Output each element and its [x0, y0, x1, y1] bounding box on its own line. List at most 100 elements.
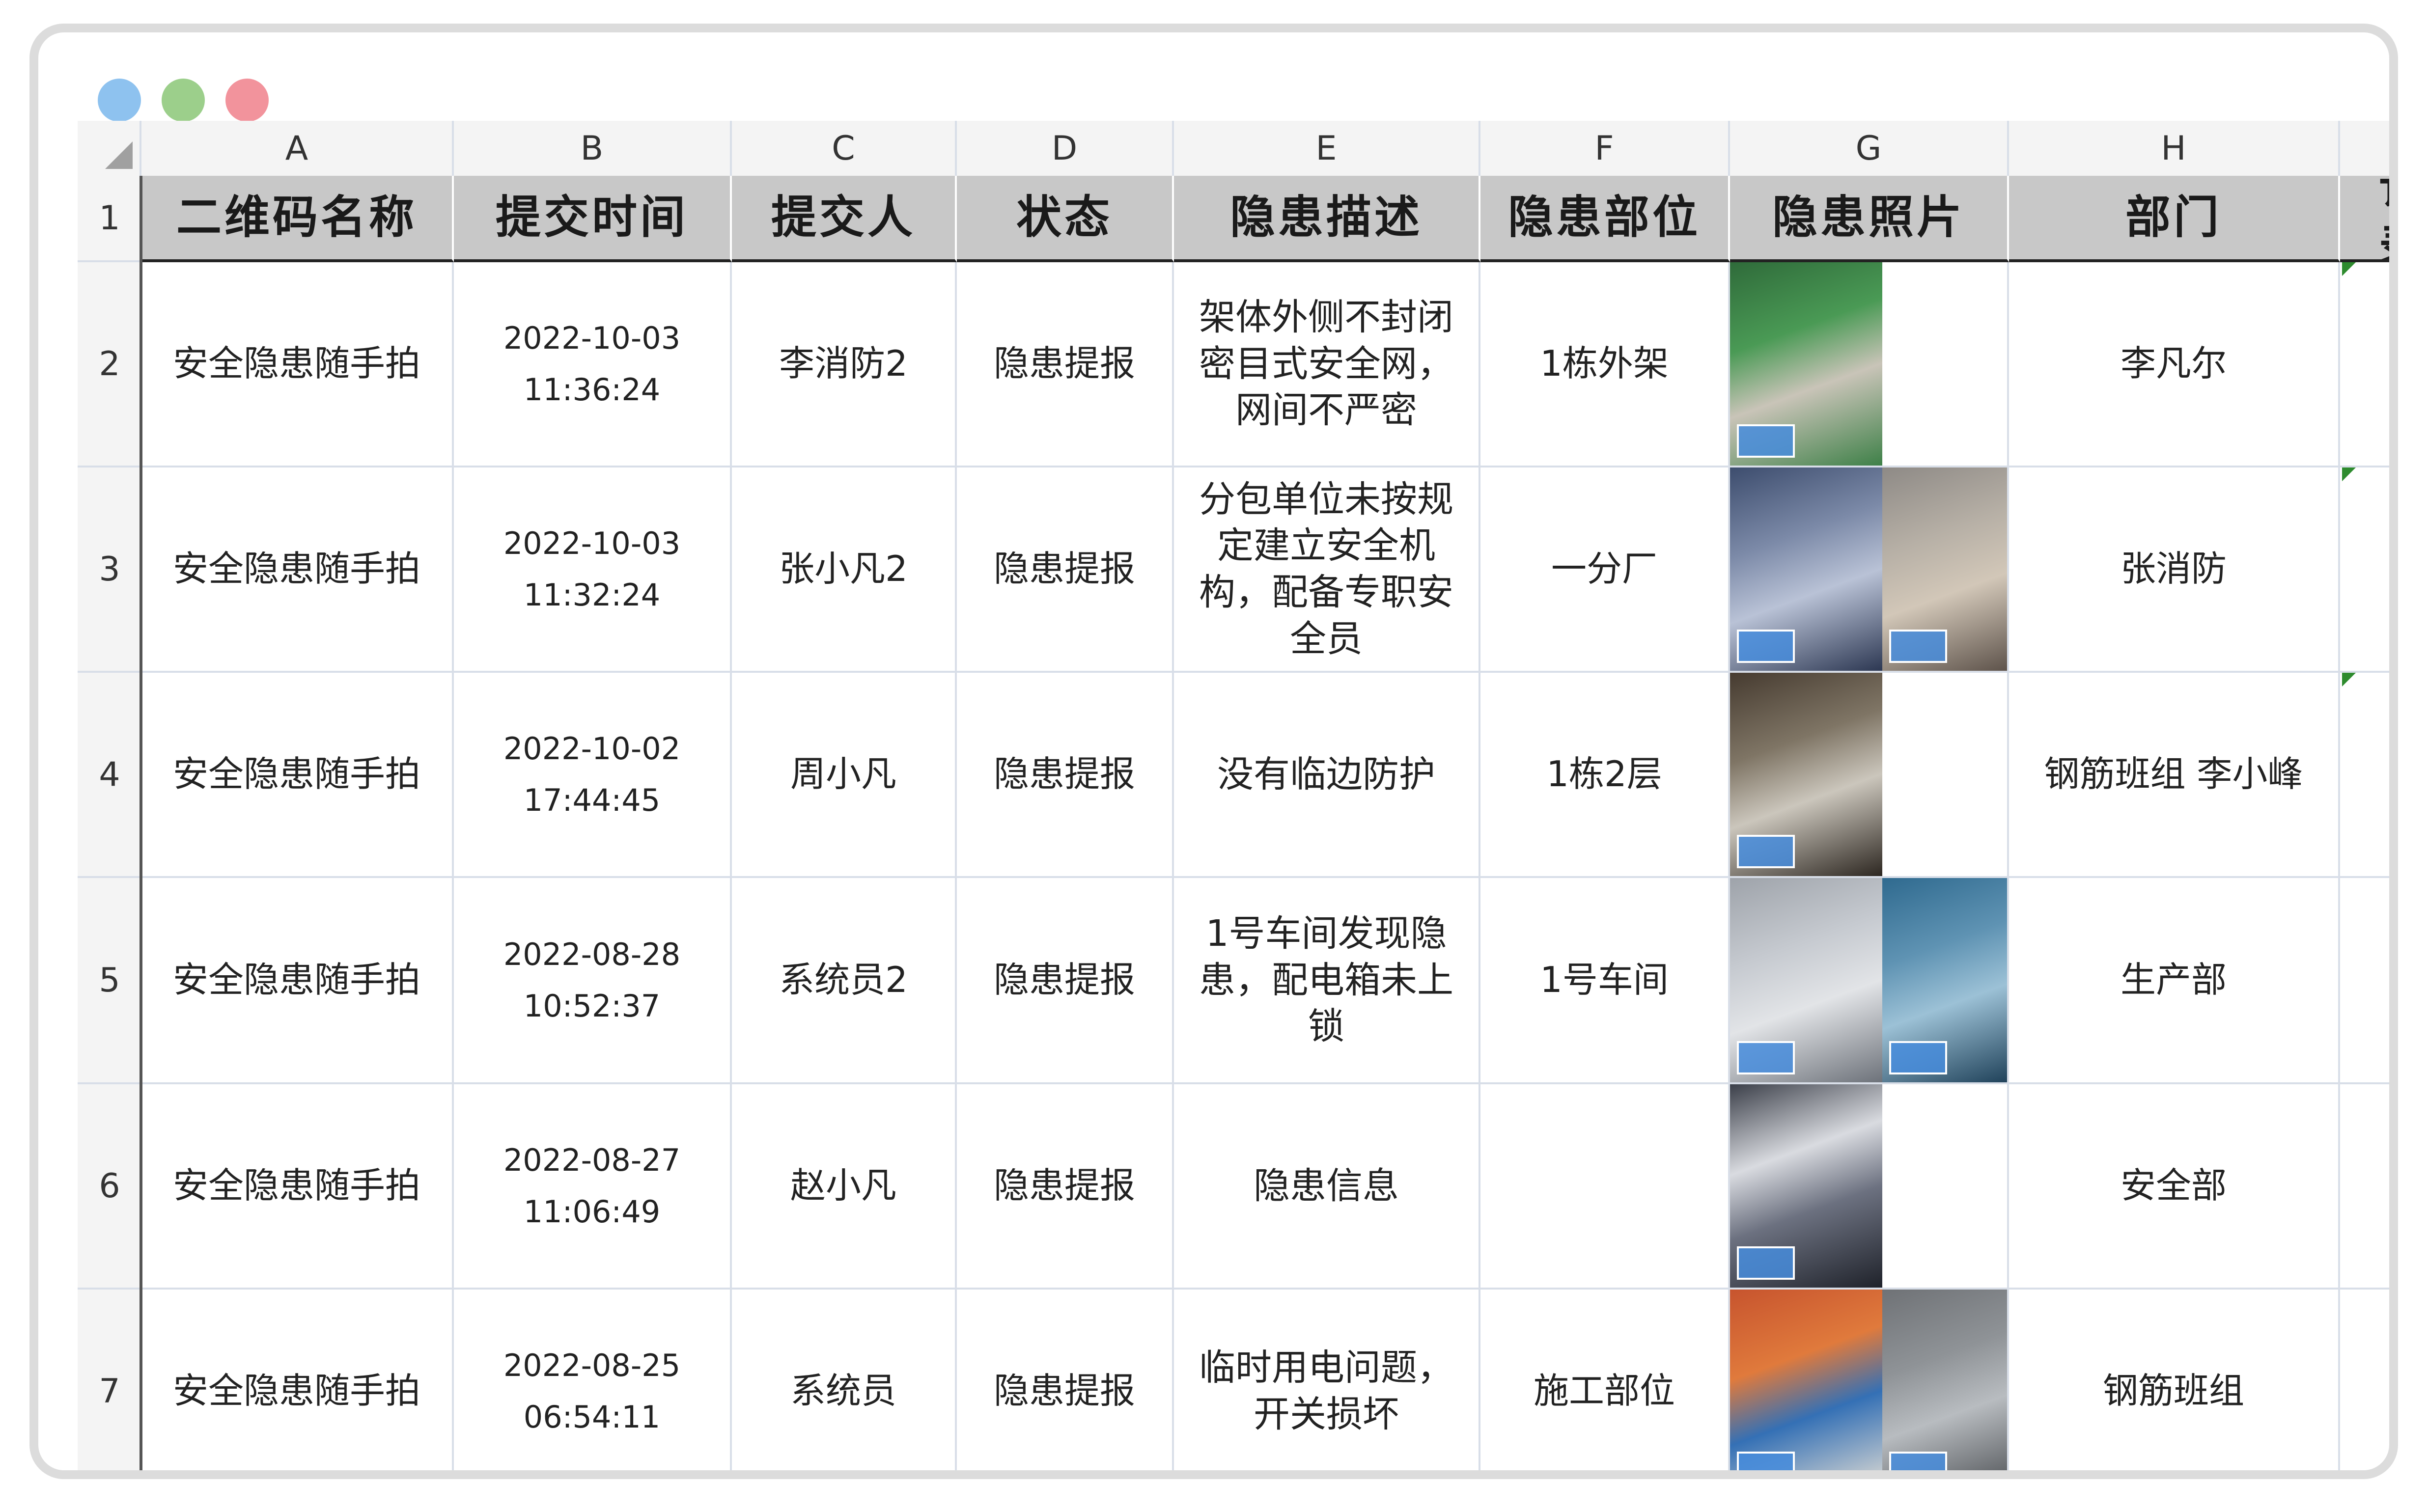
row-header-6[interactable]: 6 — [78, 1084, 141, 1290]
cell-submitter[interactable]: 系统员 — [732, 1290, 957, 1470]
cell-location[interactable]: 1栋2层 — [1480, 673, 1730, 878]
cell-department[interactable]: 钢筋班组 李小峰 — [2009, 673, 2340, 878]
cell-qrcode-name[interactable]: 安全隐患随手拍 — [141, 1290, 454, 1470]
cell-department[interactable]: 张消防 — [2009, 467, 2340, 673]
hazard-photo-thumbnail[interactable] — [1730, 1290, 1882, 1470]
cell-description[interactable]: 1号车间发现隐患，配电箱未上锁 — [1174, 878, 1480, 1084]
photo-watermark-icon — [1737, 1041, 1795, 1074]
window-frame: A B C D E F G H 1 2 3 4 5 6 7 二维码名称 提交时间… — [29, 24, 2398, 1479]
hazard-photo-thumbnail[interactable] — [1730, 673, 1882, 876]
hazard-photo-thumbnail[interactable] — [1882, 878, 2007, 1082]
cell-photo[interactable] — [1730, 1084, 2009, 1290]
photo-watermark-icon — [1737, 1246, 1795, 1280]
cell-location[interactable] — [1480, 1084, 1730, 1290]
cell-submit-time[interactable]: 2022-08-28 10:52:37 — [454, 878, 732, 1084]
header-cell-photo[interactable]: 隐患照片 — [1730, 176, 2009, 262]
cell-photo[interactable] — [1730, 878, 2009, 1084]
header-cell-submitter[interactable]: 提交人 — [732, 176, 957, 262]
cell-submit-time[interactable]: 2022-08-25 06:54:11 — [454, 1290, 732, 1470]
row-header-3[interactable]: 3 — [78, 467, 141, 673]
cell-submitter[interactable]: 周小凡 — [732, 673, 957, 878]
cell-description[interactable]: 临时用电问题，开关损坏 — [1174, 1290, 1480, 1470]
column-header-i[interactable] — [2340, 121, 2389, 176]
hazard-photo-thumbnail[interactable] — [1730, 262, 1882, 466]
cell-status[interactable]: 隐患提报 — [957, 1084, 1174, 1290]
cell-record[interactable]: 1 — [2340, 467, 2389, 673]
cell-department[interactable]: 安全部 — [2009, 1084, 2340, 1290]
cell-qrcode-name[interactable]: 安全隐患随手拍 — [141, 262, 454, 467]
cell-submitter[interactable]: 张小凡2 — [732, 467, 957, 673]
cell-submit-time[interactable]: 2022-10-03 11:36:24 — [454, 262, 732, 467]
header-cell-qrcode-name[interactable]: 二维码名称 — [141, 176, 454, 262]
header-cell-status[interactable]: 状态 — [957, 176, 1174, 262]
cell-location[interactable]: 1号车间 — [1480, 878, 1730, 1084]
cell-description[interactable]: 隐患信息 — [1174, 1084, 1480, 1290]
photo-watermark-icon — [1737, 424, 1795, 458]
cell-status[interactable]: 隐患提报 — [957, 673, 1174, 878]
window-control-blue[interactable] — [98, 79, 141, 122]
column-header-a[interactable]: A — [141, 121, 454, 176]
cell-photo[interactable] — [1730, 262, 2009, 467]
cell-description[interactable]: 分包单位未按规定建立安全机构，配备专职安全员 — [1174, 467, 1480, 673]
hazard-photo-thumbnail[interactable] — [1730, 878, 1882, 1082]
row-header-2[interactable]: 2 — [78, 262, 141, 467]
hazard-photo-thumbnail[interactable] — [1882, 467, 2007, 671]
cell-submitter[interactable]: 系统员2 — [732, 878, 957, 1084]
row-header-5[interactable]: 5 — [78, 878, 141, 1084]
cell-department[interactable]: 李凡尔 — [2009, 262, 2340, 467]
cell-qrcode-name[interactable]: 安全隐患随手拍 — [141, 467, 454, 673]
column-header-g[interactable]: G — [1730, 121, 2009, 176]
row-header-1[interactable]: 1 — [78, 176, 141, 262]
cell-record[interactable]: 1 — [2340, 673, 2389, 878]
cell-status[interactable]: 隐患提报 — [957, 878, 1174, 1084]
header-cell-submit-time[interactable]: 提交时间 — [454, 176, 732, 262]
column-header-e[interactable]: E — [1174, 121, 1480, 176]
cell-location[interactable]: 施工部位 — [1480, 1290, 1730, 1470]
cell-location[interactable]: 1栋外架 — [1480, 262, 1730, 467]
cell-status[interactable]: 隐患提报 — [957, 262, 1174, 467]
column-header-d[interactable]: D — [957, 121, 1174, 176]
header-cell-record[interactable]: 记录 — [2340, 176, 2389, 262]
comment-marker-icon — [2342, 673, 2356, 687]
cell-photo[interactable] — [1730, 673, 2009, 878]
select-all-corner[interactable] — [78, 121, 141, 176]
cell-department[interactable]: 钢筋班组 — [2009, 1290, 2340, 1470]
cell-qrcode-name[interactable]: 安全隐患随手拍 — [141, 1084, 454, 1290]
cell-submit-time[interactable]: 2022-10-02 17:44:45 — [454, 673, 732, 878]
cell-submitter[interactable]: 李消防2 — [732, 262, 957, 467]
window-control-green[interactable] — [162, 79, 205, 122]
cell-status[interactable]: 隐患提报 — [957, 467, 1174, 673]
cell-photo[interactable] — [1730, 467, 2009, 673]
column-header-h[interactable]: H — [2009, 121, 2340, 176]
cell-qrcode-name[interactable]: 安全隐患随手拍 — [141, 673, 454, 878]
header-cell-department[interactable]: 部门 — [2009, 176, 2340, 262]
header-cell-description[interactable]: 隐患描述 — [1174, 176, 1480, 262]
window-control-red[interactable] — [225, 79, 269, 122]
row-header-4[interactable]: 4 — [78, 673, 141, 878]
hazard-photo-thumbnail[interactable] — [1730, 1084, 1882, 1288]
column-header-c[interactable]: C — [732, 121, 957, 176]
cell-submitter[interactable]: 赵小凡 — [732, 1084, 957, 1290]
cell-submit-time[interactable]: 2022-10-03 11:32:24 — [454, 467, 732, 673]
cell-status[interactable]: 隐患提报 — [957, 1290, 1174, 1470]
cell-location[interactable]: 一分厂 — [1480, 467, 1730, 673]
cell-submit-time[interactable]: 2022-08-27 11:06:49 — [454, 1084, 732, 1290]
cell-department[interactable]: 生产部 — [2009, 878, 2340, 1084]
cell-record[interactable]: 派 — [2340, 1290, 2389, 1470]
comment-marker-icon — [2342, 262, 2356, 276]
cell-record[interactable]: 1 — [2340, 262, 2389, 467]
row-header-7[interactable]: 7 — [78, 1290, 141, 1470]
cell-qrcode-name[interactable]: 安全隐患随手拍 — [141, 878, 454, 1084]
header-cell-location[interactable]: 隐患部位 — [1480, 176, 1730, 262]
column-header-b[interactable]: B — [454, 121, 732, 176]
cell-record[interactable] — [2340, 878, 2389, 1084]
hazard-photo-thumbnail[interactable] — [1730, 467, 1882, 671]
cell-photo[interactable] — [1730, 1290, 2009, 1470]
column-header-f[interactable]: F — [1480, 121, 1730, 176]
hazard-photo-thumbnail[interactable] — [1882, 1290, 2007, 1470]
photo-watermark-icon — [1737, 1452, 1795, 1470]
comment-marker-icon — [2342, 467, 2356, 481]
cell-record[interactable] — [2340, 1084, 2389, 1290]
cell-description[interactable]: 架体外侧不封闭密目式安全网，网间不严密 — [1174, 262, 1480, 467]
cell-description[interactable]: 没有临边防护 — [1174, 673, 1480, 878]
